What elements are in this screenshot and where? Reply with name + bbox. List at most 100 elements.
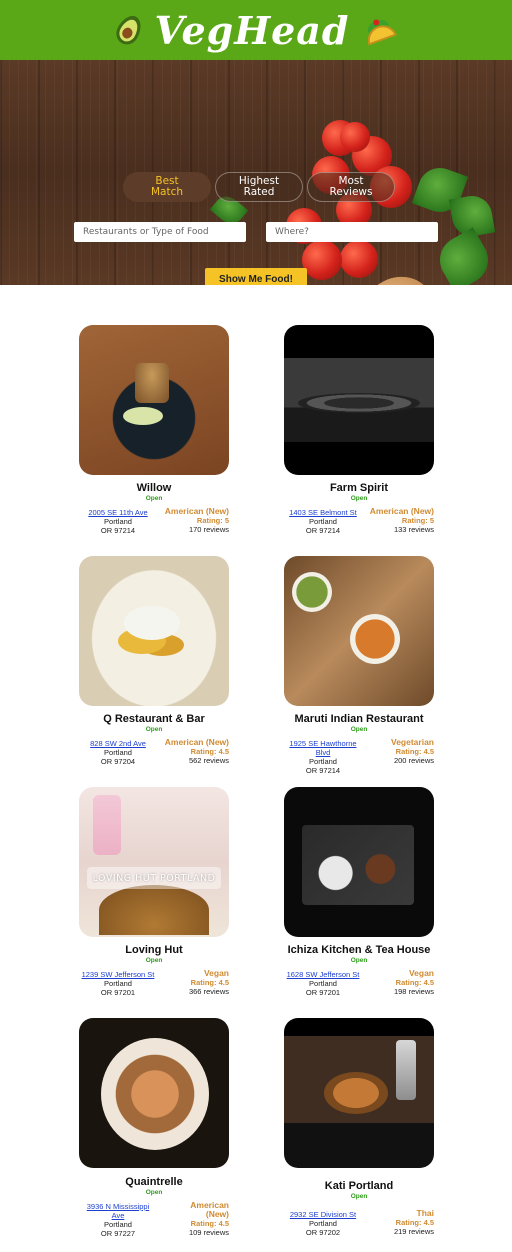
cuisine-label: Vegan	[408, 968, 434, 978]
restaurant-photo[interactable]	[284, 1018, 434, 1168]
restaurant-name[interactable]: Kati Portland	[284, 1180, 434, 1192]
rating-label: Rating: 4.5	[395, 978, 434, 987]
hero-banner: Best Match Highest Rated Most Reviews Sh…	[0, 60, 512, 285]
address-state-zip: OR 97201	[305, 988, 341, 997]
address-state-zip: OR 97214	[305, 766, 341, 775]
address-city: Portland	[309, 1219, 337, 1228]
restaurant-address: 2932 SE Division St Portland OR 97202	[284, 1210, 362, 1237]
open-status: Open	[145, 957, 163, 964]
open-status: Open	[145, 726, 163, 733]
photo-location-tag: LOVING HUT PORTLAND	[87, 867, 221, 889]
restaurant-meta: Vegetarian Rating: 4.5 200 reviews	[391, 737, 434, 766]
tab-best-match[interactable]: Best Match	[123, 172, 211, 202]
restaurant-meta: Vegan Rating: 4.5 198 reviews	[393, 968, 434, 997]
taco-icon	[361, 15, 397, 46]
address-link[interactable]: 1925 SE Hawthorne Blvd	[284, 739, 362, 757]
cuisine-label: American (New)	[164, 737, 229, 747]
restaurant-address: 3936 N Mississippi Ave Portland OR 97227	[79, 1202, 157, 1238]
show-me-food-button[interactable]: Show Me Food!	[205, 268, 307, 285]
address-link[interactable]: 1403 SE Belmont St	[284, 508, 362, 517]
review-count: 219 reviews	[393, 1227, 434, 1236]
address-city: Portland	[104, 979, 132, 988]
open-status: Open	[350, 1193, 368, 1200]
restaurant-name[interactable]: Quaintrelle	[79, 1176, 229, 1188]
restaurant-address: 1403 SE Belmont St Portland OR 97214	[284, 508, 362, 535]
avocado-icon	[112, 11, 147, 49]
food-search-input[interactable]	[74, 222, 246, 242]
restaurant-name[interactable]: Ichiza Kitchen & Tea House	[284, 944, 434, 956]
rating-label: Rating: 4.5	[395, 1218, 434, 1227]
address-state-zip: OR 97214	[305, 526, 341, 535]
cuisine-label: American (New)	[190, 1200, 229, 1219]
restaurant-address: 1239 SW Jefferson St Portland OR 97201	[79, 970, 157, 997]
open-status: Open	[350, 957, 368, 964]
rating-label: Rating: 4.5	[190, 747, 229, 756]
restaurant-name[interactable]: Willow	[79, 482, 229, 494]
review-count: 170 reviews	[188, 525, 229, 534]
cuisine-label: American (New)	[369, 506, 434, 516]
review-count: 562 reviews	[188, 756, 229, 765]
restaurant-meta: Vegan Rating: 4.5 366 reviews	[188, 968, 229, 997]
restaurant-name[interactable]: Farm Spirit	[284, 482, 434, 494]
basil-leaf-decoration	[431, 227, 497, 285]
open-status: Open	[145, 495, 163, 502]
address-city: Portland	[309, 979, 337, 988]
open-status: Open	[350, 726, 368, 733]
restaurant-address: 828 SW 2nd Ave Portland OR 97204	[79, 739, 157, 766]
location-search-input[interactable]	[266, 222, 438, 242]
sort-tabs: Best Match Highest Rated Most Reviews	[123, 172, 395, 202]
restaurant-meta: American (New) Rating: 5 170 reviews	[164, 506, 229, 535]
address-city: Portland	[104, 517, 132, 526]
address-city: Portland	[309, 757, 337, 766]
address-city: Portland	[309, 517, 337, 526]
site-logo[interactable]: VegHead	[154, 8, 349, 53]
review-count: 109 reviews	[188, 1228, 229, 1237]
address-link[interactable]: 1628 SW Jefferson St	[284, 970, 362, 979]
cuisine-label: American (New)	[164, 506, 229, 516]
restaurant-address: 2005 SE 11th Ave Portland OR 97214	[79, 508, 157, 535]
tomato-decoration	[340, 240, 378, 278]
restaurant-name[interactable]: Q Restaurant & Bar	[79, 713, 229, 725]
cuisine-label: Vegetarian	[391, 737, 434, 747]
tomato-decoration	[340, 122, 370, 152]
review-count: 198 reviews	[393, 987, 434, 996]
site-header: VegHead	[0, 0, 512, 60]
restaurant-meta: American (New) Rating: 4.5 562 reviews	[164, 737, 229, 766]
address-state-zip: OR 97204	[100, 757, 136, 766]
restaurant-photo[interactable]	[284, 787, 434, 937]
address-state-zip: OR 97202	[305, 1228, 341, 1237]
restaurant-meta: American (New) Rating: 5 133 reviews	[369, 506, 434, 535]
address-state-zip: OR 97227	[100, 1229, 136, 1238]
address-link[interactable]: 828 SW 2nd Ave	[79, 739, 157, 748]
open-status: Open	[350, 495, 368, 502]
address-city: Portland	[104, 1220, 132, 1229]
rating-label: Rating: 5	[196, 516, 229, 525]
address-state-zip: OR 97214	[100, 526, 136, 535]
restaurant-photo[interactable]	[79, 556, 229, 706]
restaurant-photo[interactable]	[284, 325, 434, 475]
restaurant-photo[interactable]	[79, 325, 229, 475]
tab-most-reviews[interactable]: Most Reviews	[307, 172, 395, 202]
restaurant-name[interactable]: Loving Hut	[79, 944, 229, 956]
review-count: 366 reviews	[188, 987, 229, 996]
restaurant-address: 1628 SW Jefferson St Portland OR 97201	[284, 970, 362, 997]
address-link[interactable]: 3936 N Mississippi Ave	[83, 1202, 153, 1220]
review-count: 133 reviews	[393, 525, 434, 534]
restaurant-name[interactable]: Maruti Indian Restaurant	[284, 713, 434, 725]
open-status: Open	[145, 1189, 163, 1196]
tomato-decoration	[302, 240, 342, 280]
address-state-zip: OR 97201	[100, 988, 136, 997]
restaurant-photo[interactable]	[79, 1018, 229, 1168]
address-link[interactable]: 1239 SW Jefferson St	[79, 970, 157, 979]
restaurant-photo[interactable]: LOVING HUT PORTLAND	[79, 787, 229, 937]
address-link[interactable]: 2932 SE Division St	[284, 1210, 362, 1219]
tab-highest-rated[interactable]: Highest Rated	[215, 172, 303, 202]
cuisine-label: Vegan	[203, 968, 229, 978]
restaurant-meta: American (New) Rating: 4.5 109 reviews	[179, 1200, 229, 1238]
restaurant-photo[interactable]	[284, 556, 434, 706]
rating-label: Rating: 5	[401, 516, 434, 525]
address-link[interactable]: 2005 SE 11th Ave	[79, 508, 157, 517]
address-city: Portland	[104, 748, 132, 757]
rating-label: Rating: 4.5	[190, 1219, 229, 1228]
cuisine-label: Thai	[416, 1208, 434, 1218]
